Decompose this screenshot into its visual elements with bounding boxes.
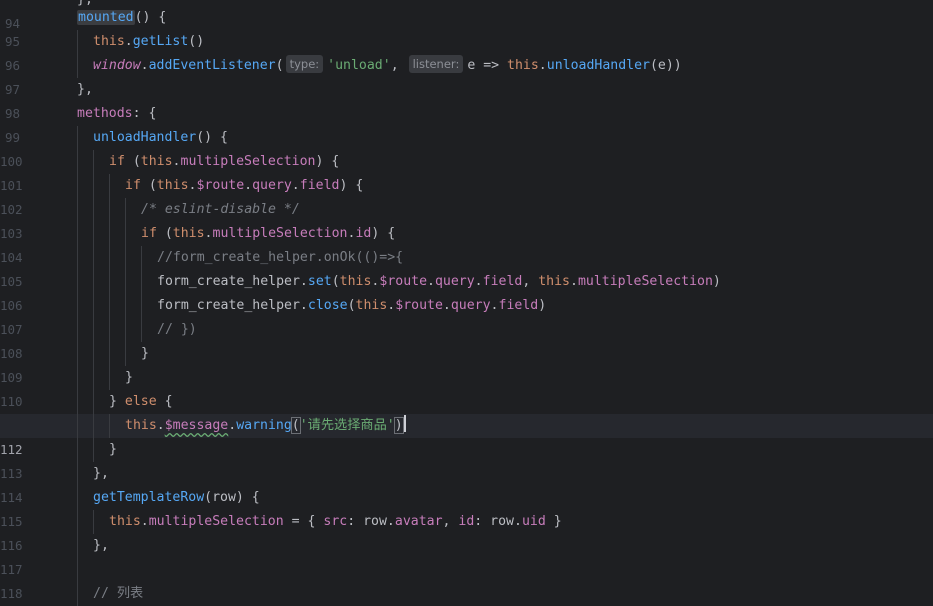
code-line[interactable]: 110 } bbox=[0, 366, 933, 409]
code-line[interactable]: 97 window.addEventListener(type:'unload'… bbox=[0, 54, 933, 97]
code-line[interactable]: 98 }, bbox=[0, 78, 933, 121]
code-text: } bbox=[141, 346, 149, 361]
code-line[interactable]: 108 // }) bbox=[0, 318, 933, 361]
code-text: }, bbox=[93, 538, 109, 553]
code-line[interactable]: 119 // 列表 bbox=[0, 582, 933, 606]
code-line[interactable]: 95 mounted() { bbox=[0, 6, 933, 49]
code-text: } bbox=[109, 442, 117, 457]
code-text: form_create_helper.set(this.$route.query… bbox=[157, 274, 721, 289]
code-line[interactable]: 114 }, bbox=[0, 462, 933, 505]
code-line[interactable]: 116 this.multipleSelection = { src: row.… bbox=[0, 510, 933, 553]
code-line[interactable]: 99 methods: { bbox=[0, 102, 933, 145]
code-text: // 列表 bbox=[93, 586, 144, 601]
code-editor[interactable]: 94 }, 95 mounted() { 96 this.getList() 9… bbox=[0, 0, 933, 606]
code-text: form_create_helper.close(this.$route.que… bbox=[157, 298, 547, 313]
code-line[interactable]: 96 this.getList() bbox=[0, 30, 933, 73]
text-cursor bbox=[403, 415, 406, 432]
code-text: unloadHandler() { bbox=[93, 130, 228, 145]
code-line[interactable]: 117 }, bbox=[0, 534, 933, 577]
code-line[interactable]: 118 bbox=[0, 558, 933, 601]
code-line[interactable]: 104 if (this.multipleSelection.id) { bbox=[0, 222, 933, 265]
code-text: methods: { bbox=[77, 106, 157, 121]
parameter-hint-listener: listener: bbox=[408, 55, 464, 73]
code-text: }, bbox=[93, 466, 109, 481]
code-text: getTemplateRow(row) { bbox=[93, 490, 260, 505]
code-line[interactable]: 106 form_create_helper.set(this.$route.q… bbox=[0, 270, 933, 313]
code-text: window.addEventListener(type:'unload', l… bbox=[93, 55, 682, 73]
code-text: this.getList() bbox=[93, 34, 205, 49]
code-text: this.multipleSelection = { src: row.avat… bbox=[109, 514, 562, 529]
code-text: /* eslint-disable */ bbox=[141, 202, 300, 217]
code-line[interactable]: 113 } bbox=[0, 438, 933, 481]
code-line-current[interactable]: 112 this.$message.warning('请先选择商品') bbox=[0, 414, 933, 457]
code-text: if (this.multipleSelection) { bbox=[109, 154, 340, 169]
code-line[interactable]: 105 //form_create_helper.onOk(()=>{ bbox=[0, 246, 933, 289]
code-text: if (this.$route.query.field) { bbox=[125, 178, 364, 193]
code-text: // }) bbox=[157, 322, 197, 337]
code-text: } bbox=[125, 370, 133, 385]
parameter-hint-type: type: bbox=[285, 55, 324, 73]
code-line[interactable]: 101 if (this.multipleSelection) { bbox=[0, 150, 933, 193]
code-text: mounted() { bbox=[77, 10, 167, 25]
code-line[interactable]: 109 } bbox=[0, 342, 933, 385]
code-line[interactable]: 100 unloadHandler() { bbox=[0, 126, 933, 169]
code-line[interactable]: 107 form_create_helper.close(this.$route… bbox=[0, 294, 933, 337]
code-text: this.$message.warning('请先选择商品') bbox=[125, 414, 406, 438]
code-line[interactable]: 103 /* eslint-disable */ bbox=[0, 198, 933, 241]
code-line[interactable]: 111 } else { bbox=[0, 390, 933, 433]
code-text: //form_create_helper.onOk(()=>{ bbox=[157, 250, 404, 265]
code-line[interactable]: 115 getTemplateRow(row) { bbox=[0, 486, 933, 529]
code-text: }, bbox=[77, 82, 93, 97]
code-text: if (this.multipleSelection.id) { bbox=[141, 226, 396, 241]
code-text: } else { bbox=[109, 394, 173, 409]
code-line[interactable]: 102 if (this.$route.query.field) { bbox=[0, 174, 933, 217]
